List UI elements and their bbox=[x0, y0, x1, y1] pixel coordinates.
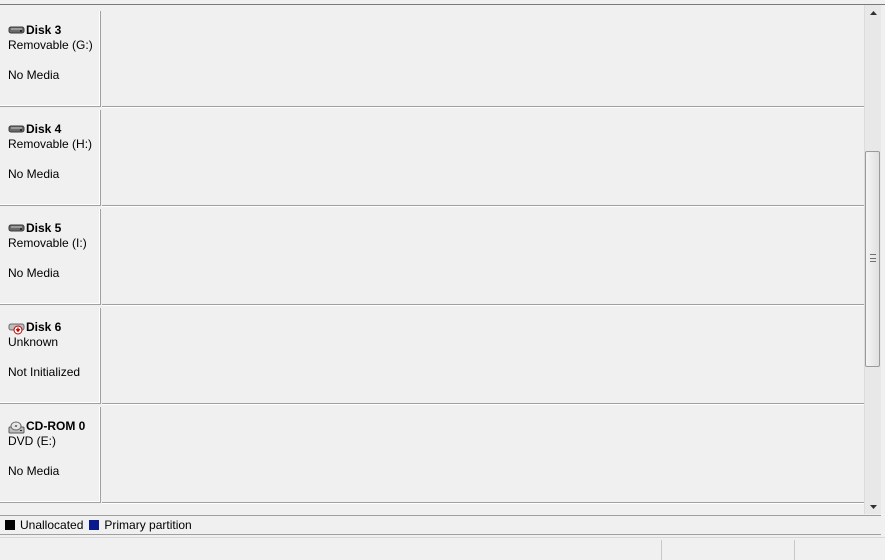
disk-title: Disk 3 bbox=[8, 23, 61, 37]
disk-type: Removable (I:) bbox=[8, 236, 87, 250]
scrollbar-thumb[interactable] bbox=[865, 151, 880, 367]
disk-label-disk-5[interactable]: Disk 5 Removable (I:) No Media bbox=[0, 209, 101, 305]
disk-type: Removable (H:) bbox=[8, 137, 93, 151]
disk-status: Not Initialized bbox=[8, 365, 81, 379]
disk-label-cdrom-0[interactable]: CD-ROM 0 DVD (E:) No Media bbox=[0, 407, 101, 503]
chevron-down-icon bbox=[869, 504, 877, 509]
disk-name: Disk 5 bbox=[26, 221, 62, 235]
cdrom-icon bbox=[8, 421, 25, 433]
disk-row: Disk 3 Removable (G:) No Media bbox=[0, 11, 864, 110]
legend-item-primary-partition: Primary partition bbox=[89, 518, 192, 532]
disk-status: No Media bbox=[8, 464, 60, 478]
disk-title: Disk 4 bbox=[8, 122, 61, 136]
disk-name: Disk 6 bbox=[26, 320, 62, 334]
disk-label-disk-3[interactable]: Disk 3 Removable (G:) No Media bbox=[0, 11, 101, 107]
scroll-up-button[interactable] bbox=[865, 5, 881, 20]
removable-disk-icon bbox=[8, 223, 25, 234]
chevron-up-icon bbox=[869, 10, 877, 15]
legend-swatch bbox=[5, 520, 15, 530]
disk-title: Disk 5 bbox=[8, 221, 61, 235]
right-border bbox=[881, 5, 885, 518]
legend-bar: Unallocated Primary partition bbox=[0, 515, 881, 535]
disk-row: CD-ROM 0 DVD (E:) No Media bbox=[0, 407, 864, 506]
legend-item-unallocated: Unallocated bbox=[5, 518, 84, 532]
disk-type: Unknown bbox=[8, 335, 59, 349]
disk-volume-area[interactable] bbox=[102, 308, 864, 405]
uninitialized-disk-icon bbox=[8, 322, 25, 334]
status-pane bbox=[794, 540, 885, 560]
legend-swatch bbox=[89, 520, 100, 530]
disk-type: Removable (G:) bbox=[8, 38, 93, 52]
status-pane bbox=[661, 540, 794, 560]
status-bar bbox=[0, 537, 885, 560]
removable-disk-icon bbox=[8, 25, 25, 36]
disk-label-disk-6[interactable]: Disk 6 Unknown Not Initialized bbox=[0, 308, 101, 404]
disk-volume-area[interactable] bbox=[102, 110, 864, 207]
disk-row: Disk 5 Removable (I:) No Media bbox=[0, 209, 864, 308]
disk-status: No Media bbox=[8, 266, 60, 280]
disk-status: No Media bbox=[8, 167, 60, 181]
disk-row: Disk 6 Unknown Not Initialized bbox=[0, 308, 864, 407]
disk-title: Disk 6 bbox=[8, 320, 61, 334]
legend-label: Primary partition bbox=[104, 518, 192, 532]
disk-volume-area[interactable] bbox=[102, 11, 864, 108]
disk-label-disk-4[interactable]: Disk 4 Removable (H:) No Media bbox=[0, 110, 101, 206]
disk-volume-area[interactable] bbox=[102, 209, 864, 306]
disk-type: DVD (E:) bbox=[8, 434, 56, 448]
disk-name: CD-ROM 0 bbox=[26, 419, 86, 433]
disk-name: Disk 4 bbox=[26, 122, 62, 136]
disk-row: Disk 4 Removable (H:) No Media bbox=[0, 110, 864, 209]
disk-list-viewport: Disk 3 Removable (G:) No Media Disk 4 Re… bbox=[0, 5, 867, 514]
vertical-scrollbar[interactable] bbox=[864, 5, 881, 514]
disk-title: CD-ROM 0 bbox=[8, 419, 85, 433]
disk-name: Disk 3 bbox=[26, 23, 62, 37]
removable-disk-icon bbox=[8, 124, 25, 135]
legend-label: Unallocated bbox=[20, 518, 84, 532]
grip-icon bbox=[870, 254, 876, 262]
disk-status: No Media bbox=[8, 68, 60, 82]
disk-management-window: Disk 3 Removable (G:) No Media Disk 4 Re… bbox=[0, 0, 885, 560]
scroll-down-button[interactable] bbox=[865, 499, 881, 514]
disk-volume-area[interactable] bbox=[102, 407, 864, 504]
